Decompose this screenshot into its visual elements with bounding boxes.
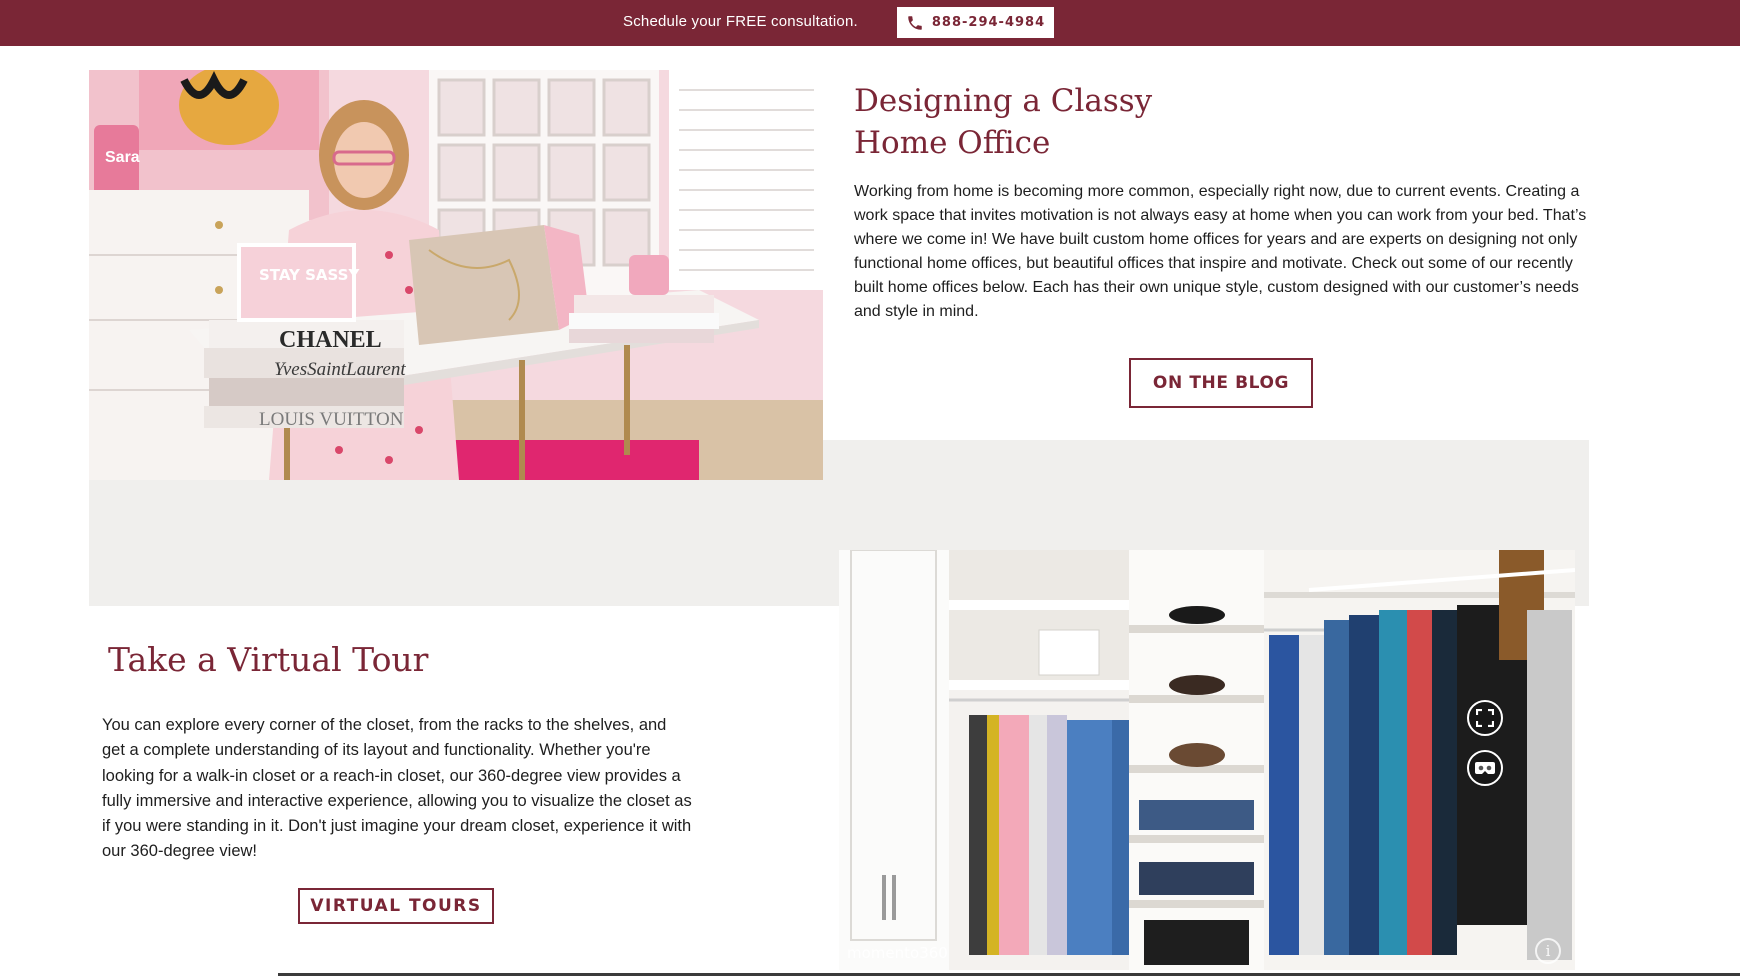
phone-button[interactable]: 888-294-4984 (897, 7, 1054, 38)
blog-title-line-2: Home Office (854, 125, 1051, 161)
on-the-blog-button[interactable]: ON THE BLOG (1129, 358, 1313, 408)
closet-illustration (839, 550, 1575, 970)
blog-section-title: Designing a Classy Home Office (854, 80, 1152, 164)
vr-mode-button[interactable] (1467, 750, 1503, 786)
book-ysl: YvesSaintLaurent (274, 359, 406, 380)
jar-label: Sara (105, 149, 140, 166)
vr-headset-icon (1475, 762, 1495, 774)
book-lv: LOUIS VUITTON (259, 409, 404, 430)
virtual-tours-button[interactable]: VIRTUAL TOURS (298, 888, 494, 924)
fullscreen-icon (1476, 709, 1494, 727)
blog-section-body: Working from home is becoming more commo… (854, 183, 1587, 320)
home-office-illustration: Sara CHANEL YvesSaintLaurent LOUIS VUITT… (89, 70, 823, 480)
virtual-tour-viewer[interactable]: momento360 i (839, 550, 1575, 970)
phone-number: 888-294-4984 (931, 15, 1046, 30)
home-office-photo: Sara CHANEL YvesSaintLaurent LOUIS VUITT… (89, 70, 823, 480)
virtual-tour-body: You can explore every corner of the clos… (102, 716, 692, 861)
fullscreen-button[interactable] (1467, 700, 1503, 736)
stay-sassy-sign: STAY SASSY (259, 266, 360, 284)
phone-icon (908, 15, 922, 30)
info-button[interactable]: i (1535, 938, 1561, 964)
consultation-text: Schedule your FREE consultation. (623, 13, 858, 30)
top-announcement-bar: Schedule your FREE consultation. 888-294… (0, 0, 1740, 46)
blog-title-line-1: Designing a Classy (854, 83, 1153, 119)
momento360-watermark: momento360 (847, 944, 948, 962)
book-chanel: CHANEL (279, 327, 382, 353)
virtual-tour-title: Take a Virtual Tour (108, 640, 429, 679)
